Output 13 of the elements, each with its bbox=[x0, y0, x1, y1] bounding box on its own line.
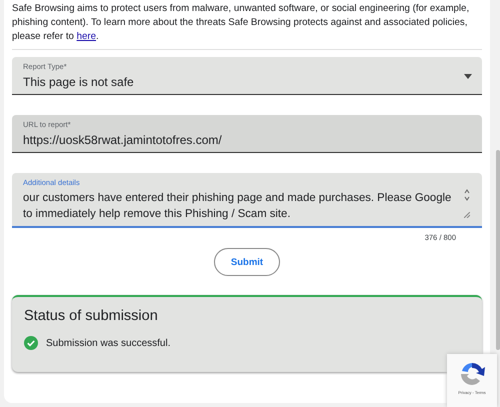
resize-handle-icon[interactable] bbox=[464, 212, 470, 218]
field-value: This page is not safe bbox=[23, 74, 135, 90]
field-value: our customers have entered their phishing page and made purchases. Please Google to immediately help remove this Phishing / Scam site. bbox=[23, 191, 452, 222]
caret-icon bbox=[464, 74, 472, 80]
field-value: https://uosk58rwat.jamintotofres.com/ bbox=[23, 132, 223, 148]
intro-paragraph: Safe Browsing aims to protect users from malware, unwanted software, or social engineering (for example, phishing content). To learn more about the threats Safe Browsing protects against and associated policies, please refer to here. bbox=[12, 2, 470, 44]
submit-button[interactable]: Submit bbox=[214, 248, 280, 276]
status-title: Status of submission bbox=[24, 308, 159, 324]
recaptcha-icon bbox=[458, 360, 486, 388]
status-message: Submission was successful. bbox=[46, 338, 170, 349]
spinner-icon[interactable] bbox=[464, 188, 470, 202]
here-link[interactable]: here bbox=[76, 30, 96, 42]
check-circle-icon bbox=[24, 336, 38, 350]
